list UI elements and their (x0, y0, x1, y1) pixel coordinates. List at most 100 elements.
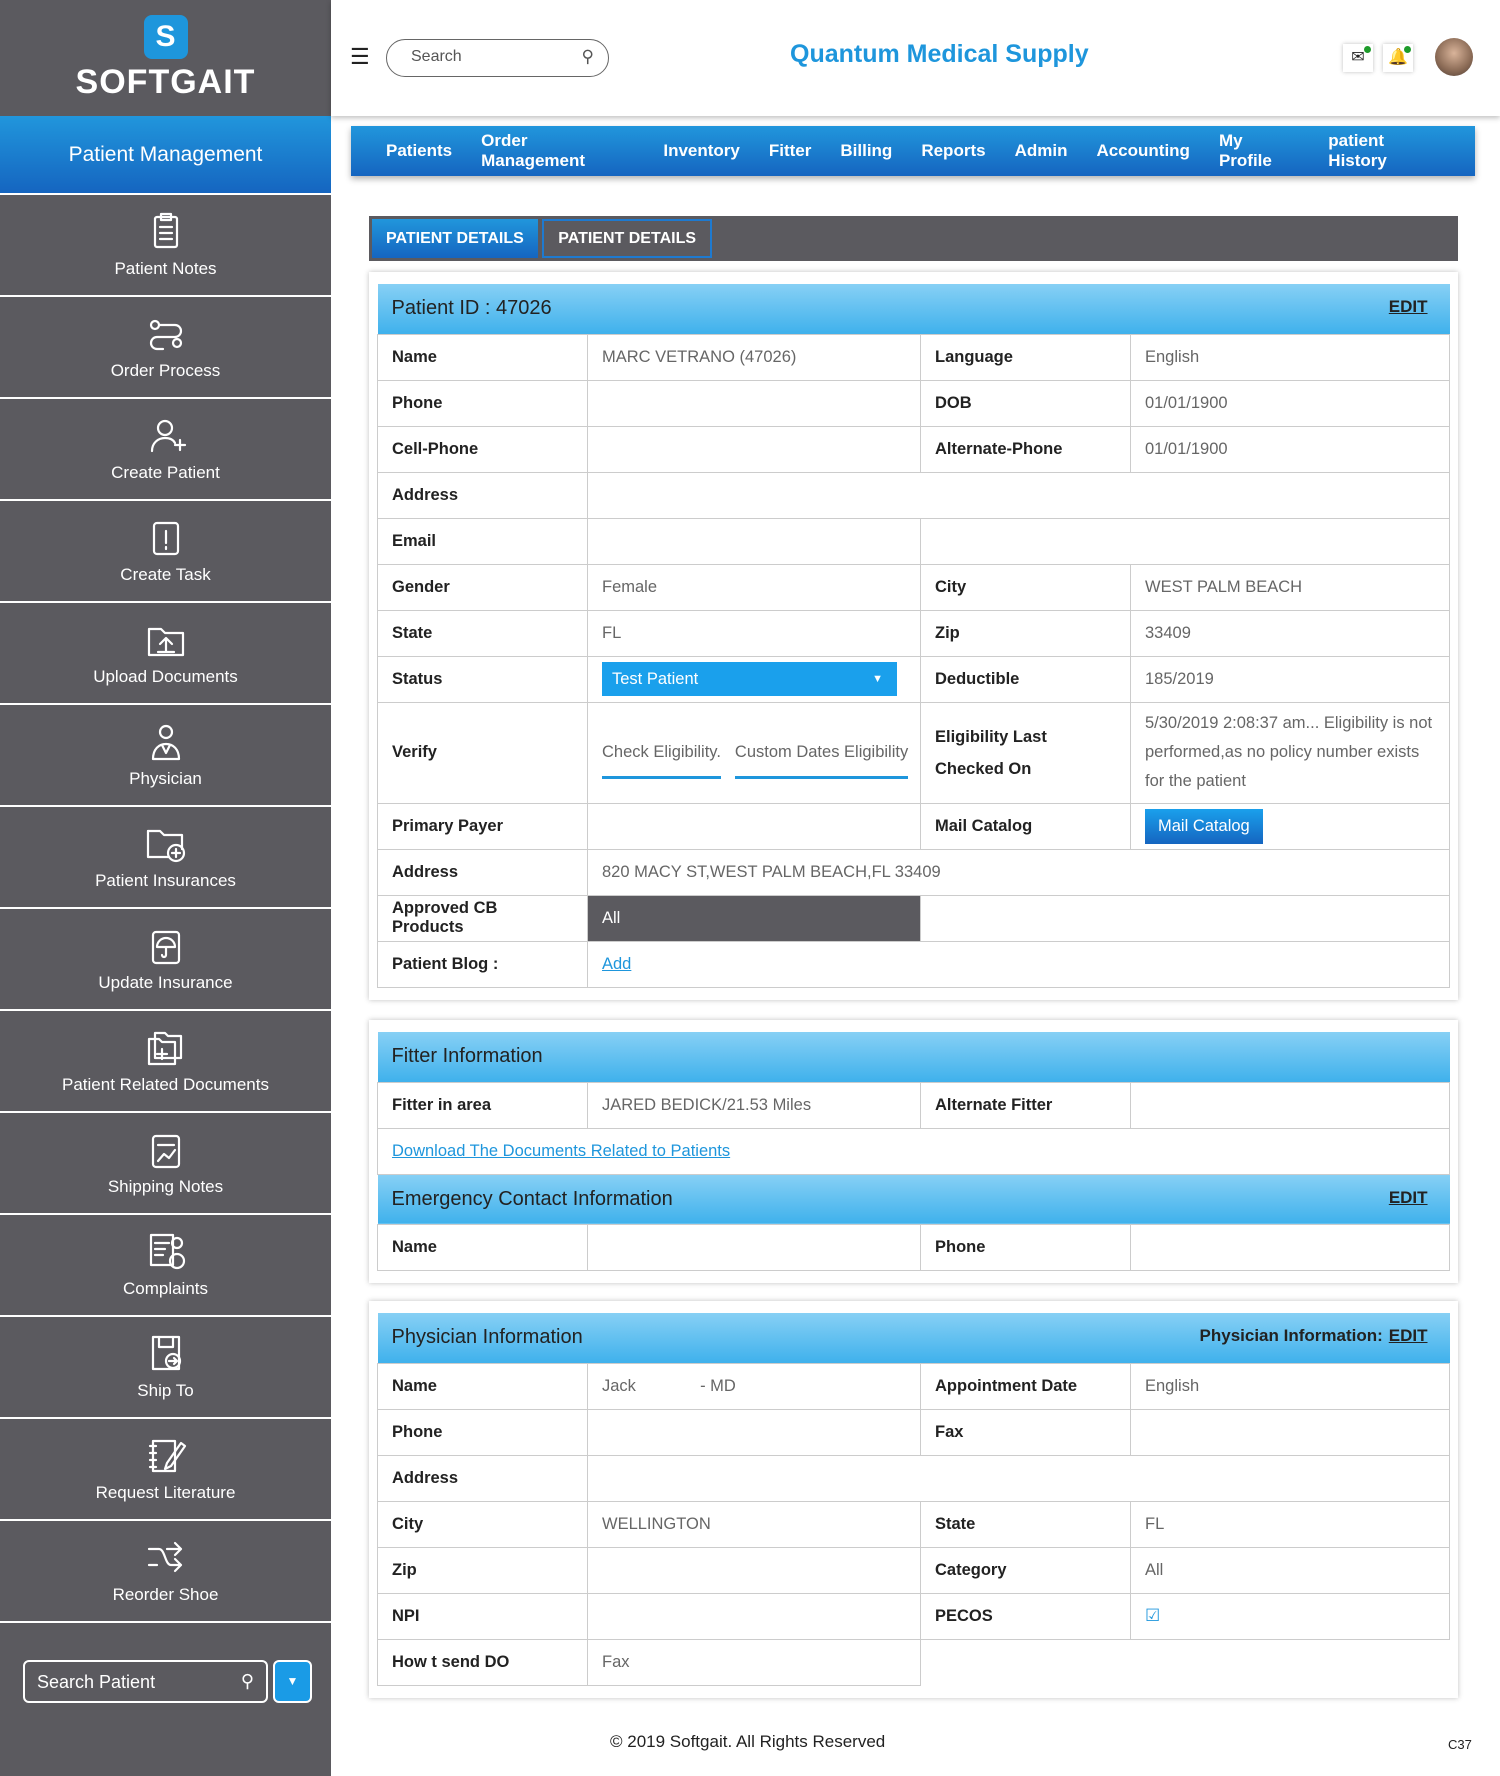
sidebar-item-create-patient[interactable]: Create Patient (0, 399, 331, 501)
search-patient-dropdown-button[interactable]: ▼ (273, 1660, 312, 1703)
bell-icon[interactable]: 🔔 (1383, 44, 1413, 72)
nav-fitter[interactable]: Fitter (769, 141, 812, 161)
label: Mail Catalog (920, 802, 1131, 850)
value: 820 MACY ST,WEST PALM BEACH,FL 33409 (586, 848, 1451, 896)
shuffle-icon (147, 1541, 182, 1573)
page-code: C37 (1448, 1737, 1472, 1752)
table-row: Name Jack - MD Appointment Date English (377, 1362, 1450, 1410)
value: 5/30/2019 2:08:37 am... Eligibility is n… (1129, 701, 1451, 804)
label: City (920, 563, 1131, 611)
table-row: Address (377, 471, 1451, 519)
tab-patient-details[interactable]: PATIENT DETAILS (372, 219, 538, 258)
sidebar-item-label: Patient Insurances (95, 871, 236, 890)
value: JARED BEDICK/21.53 Miles (587, 1081, 921, 1129)
label: Verify (377, 701, 588, 804)
table-row: Phone DOB 01/01/1900 (377, 379, 1451, 427)
sidebar-item-ship-to[interactable]: Ship To (0, 1317, 331, 1419)
sidebar-item-create-task[interactable]: Create Task (0, 501, 331, 603)
download-documents-link[interactable]: Download The Documents Related to Patien… (392, 1142, 730, 1160)
search-patient-input[interactable]: Search Patient ⚲ (23, 1660, 268, 1703)
edit-patient-link[interactable]: EDIT (1389, 297, 1428, 317)
complaint-icon (149, 1233, 185, 1270)
add-blog-link[interactable]: Add (602, 955, 631, 973)
tabs-bar: PATIENT DETAILS PATIENT DETAILS (369, 216, 1458, 261)
nav-accounting[interactable]: Accounting (1096, 141, 1190, 161)
flow-icon (149, 319, 182, 351)
mail-catalog-button[interactable]: Mail Catalog (1145, 808, 1263, 844)
nav-patient-history[interactable]: patient History (1328, 131, 1446, 171)
label: Fitter in area (377, 1081, 588, 1129)
sidebar-item-patient-notes[interactable]: Patient Notes (0, 195, 331, 297)
hamburger-menu-icon[interactable]: ☰ (350, 44, 370, 70)
nav-inventory[interactable]: Inventory (663, 141, 740, 161)
sidebar-item-patient-insurances[interactable]: Patient Insurances (0, 807, 331, 909)
sidebar-item-patient-related-documents[interactable]: Patient Related Documents (0, 1011, 331, 1113)
nav-order-management[interactable]: Order Management (481, 131, 634, 171)
task-alert-icon (152, 521, 179, 556)
check-eligibility-link[interactable]: Check Eligibility. (602, 743, 721, 779)
value: FL (1130, 1500, 1450, 1548)
nav-my-profile[interactable]: My Profile (1219, 131, 1299, 171)
search-patient-placeholder: Search Patient (37, 1672, 156, 1692)
table-row: Verify Check Eligibility. Custom Dates Eli… (377, 701, 1451, 804)
search-input[interactable]: Search ⚲ (386, 39, 609, 77)
approved-cb-products-select[interactable]: All (587, 894, 921, 942)
sidebar-item-label: Request Literature (95, 1483, 236, 1502)
physician-card: Physician Information EDIT Physician Infor… (369, 1301, 1458, 1698)
label: Status (377, 655, 588, 703)
nav-reports[interactable]: Reports (921, 141, 985, 161)
ship-to-icon (151, 1335, 181, 1371)
tab-patient-details-2[interactable]: PATIENT DETAILS (542, 219, 713, 258)
notification-dot (1364, 46, 1371, 53)
table-row: How t send DO Fax (377, 1638, 1450, 1686)
header: ☰ Search ⚲ Quantum Medical Supply ✉ 🔔 (331, 0, 1500, 116)
table-row: Email (377, 517, 1451, 565)
value: WELLINGTON (587, 1500, 921, 1548)
sidebar-item-request-literature[interactable]: Request Literature (0, 1419, 331, 1521)
sidebar-item-label: Reorder Shoe (112, 1585, 219, 1604)
value (586, 471, 1451, 519)
mail-icon[interactable]: ✉ (1343, 44, 1373, 72)
avatar[interactable] (1435, 38, 1473, 76)
table-row: Phone Fax (377, 1408, 1450, 1456)
pecos-checkbox[interactable]: ☑ (1145, 1606, 1160, 1625)
status-value: Test Patient (612, 670, 699, 688)
table-row: Fitter in area JARED BEDICK/21.53 Miles Al… (377, 1081, 1451, 1129)
nav-patients[interactable]: Patients (386, 141, 452, 161)
sidebar-title[interactable]: Patient Management (0, 116, 331, 195)
sidebar-item-complaints[interactable]: Complaints (0, 1215, 331, 1317)
sidebar-item-label: Update Insurance (98, 973, 233, 992)
search-icon[interactable]: ⚲ (241, 1671, 254, 1692)
sidebar-item-shipping-notes[interactable]: Shipping Notes (0, 1113, 331, 1215)
label: Address (377, 848, 588, 896)
nav-admin[interactable]: Admin (1015, 141, 1068, 161)
label: Appointment Date (920, 1362, 1131, 1410)
edit-physician-link[interactable]: EDIT (1389, 1326, 1428, 1346)
value: WEST PALM BEACH (1129, 563, 1451, 611)
value (587, 1592, 921, 1640)
main-nav: Patients Order Management Inventory Fitt… (351, 126, 1475, 176)
nav-billing[interactable]: Billing (840, 141, 892, 161)
label: Name (377, 333, 588, 381)
table-row: Primary Payer Mail Catalog Mail Catalog (377, 802, 1451, 850)
sidebar-item-upload-documents[interactable]: Upload Documents (0, 603, 331, 705)
sidebar-item-order-process[interactable]: Order Process (0, 297, 331, 399)
edit-emergency-link[interactable]: EDIT (1389, 1188, 1428, 1208)
status-dropdown[interactable]: Test Patient ▼ (602, 662, 897, 696)
search-icon[interactable]: ⚲ (582, 47, 594, 67)
table-row: Zip Category All (377, 1546, 1450, 1594)
table-row: City WELLINGTON State FL (377, 1500, 1450, 1548)
table-row: Approved CB Products All (377, 894, 1451, 942)
sidebar-item-physician[interactable]: Physician (0, 705, 331, 807)
value (587, 1454, 1450, 1502)
value: 01/01/1900 (1129, 379, 1451, 427)
custom-dates-eligibility-link[interactable]: Custom Dates Eligibility (734, 743, 909, 779)
label: DOB (920, 379, 1131, 427)
label: Eligibility Last Checked On (920, 701, 1131, 804)
value: 33409 (1129, 609, 1451, 657)
logo[interactable]: S SOFTGAIT (0, 0, 331, 116)
sidebar-item-reorder-shoe[interactable]: Reorder Shoe (0, 1521, 331, 1623)
section-title: Emergency Contact Information (391, 1187, 673, 1210)
caret-down-icon: ▼ (872, 673, 883, 685)
sidebar-item-update-insurance[interactable]: Update Insurance (0, 909, 331, 1011)
